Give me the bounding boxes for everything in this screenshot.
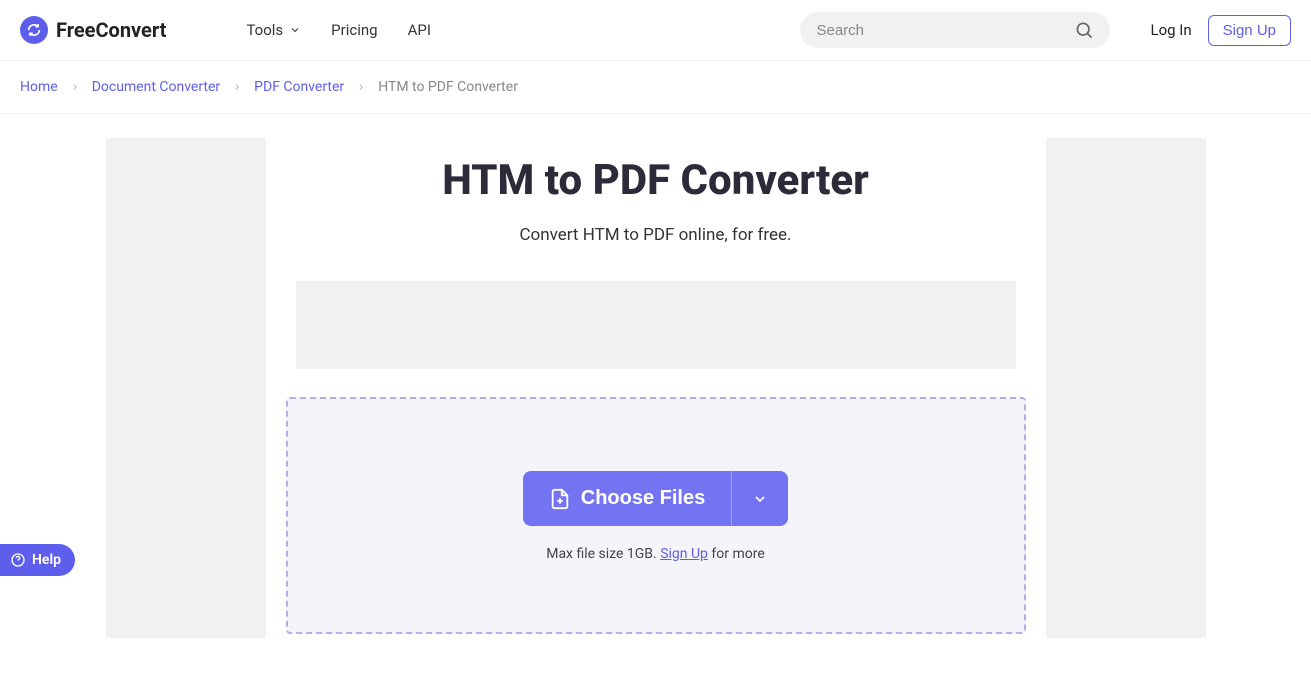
search-input[interactable] — [816, 22, 1074, 39]
signup-link-inline[interactable]: Sign Up — [660, 546, 708, 562]
page-title: HTM to PDF Converter — [286, 156, 1026, 205]
nav-tools[interactable]: Tools — [246, 21, 301, 39]
ad-left — [106, 138, 266, 638]
nav-api[interactable]: API — [408, 21, 431, 39]
dropzone[interactable]: Choose Files Max file size 1GB. Sign Up … — [286, 397, 1026, 634]
breadcrumb-pdf-converter[interactable]: PDF Converter — [254, 79, 344, 95]
chevron-right-icon — [232, 82, 242, 92]
nav-api-label: API — [408, 21, 431, 39]
ad-right — [1046, 138, 1206, 638]
main: HTM to PDF Converter Convert HTM to PDF … — [0, 114, 1311, 698]
chevron-down-icon — [752, 491, 768, 507]
help-widget[interactable]: Help — [0, 544, 75, 576]
auth: Log In Sign Up — [1150, 15, 1291, 46]
chevron-right-icon — [356, 82, 366, 92]
nav-pricing-label: Pricing — [331, 21, 377, 39]
logo-icon — [20, 16, 48, 44]
ad-middle — [296, 281, 1016, 369]
breadcrumb-doc-converter[interactable]: Document Converter — [92, 79, 220, 95]
max-file-suffix: for more — [708, 546, 765, 562]
choose-files-dropdown[interactable] — [731, 471, 788, 526]
help-icon — [10, 552, 26, 568]
breadcrumb-home[interactable]: Home — [20, 79, 58, 95]
logo[interactable]: FreeConvert — [20, 16, 166, 44]
help-label: Help — [32, 552, 61, 568]
login-link[interactable]: Log In — [1150, 21, 1191, 39]
chevron-down-icon — [289, 24, 301, 36]
header: FreeConvert Tools Pricing API Log In Sig… — [0, 0, 1311, 61]
logo-text: FreeConvert — [56, 18, 166, 42]
page-subtitle: Convert HTM to PDF online, for free. — [286, 225, 1026, 245]
breadcrumb-current: HTM to PDF Converter — [378, 79, 518, 95]
signup-button[interactable]: Sign Up — [1208, 15, 1291, 46]
nav: Tools Pricing API — [246, 21, 430, 39]
breadcrumb: Home Document Converter PDF Converter HT… — [0, 61, 1311, 114]
file-add-icon — [549, 488, 571, 510]
nav-tools-label: Tools — [246, 21, 283, 39]
choose-files-group: Choose Files — [523, 471, 788, 526]
choose-files-label: Choose Files — [581, 487, 705, 510]
content: HTM to PDF Converter Convert HTM to PDF … — [286, 138, 1026, 638]
choose-files-button[interactable]: Choose Files — [523, 471, 731, 526]
nav-pricing[interactable]: Pricing — [331, 21, 377, 39]
max-file-prefix: Max file size 1GB. — [546, 546, 660, 562]
chevron-right-icon — [70, 82, 80, 92]
search-box[interactable] — [800, 12, 1110, 48]
search-icon[interactable] — [1074, 20, 1094, 40]
max-file-line: Max file size 1GB. Sign Up for more — [546, 546, 765, 562]
